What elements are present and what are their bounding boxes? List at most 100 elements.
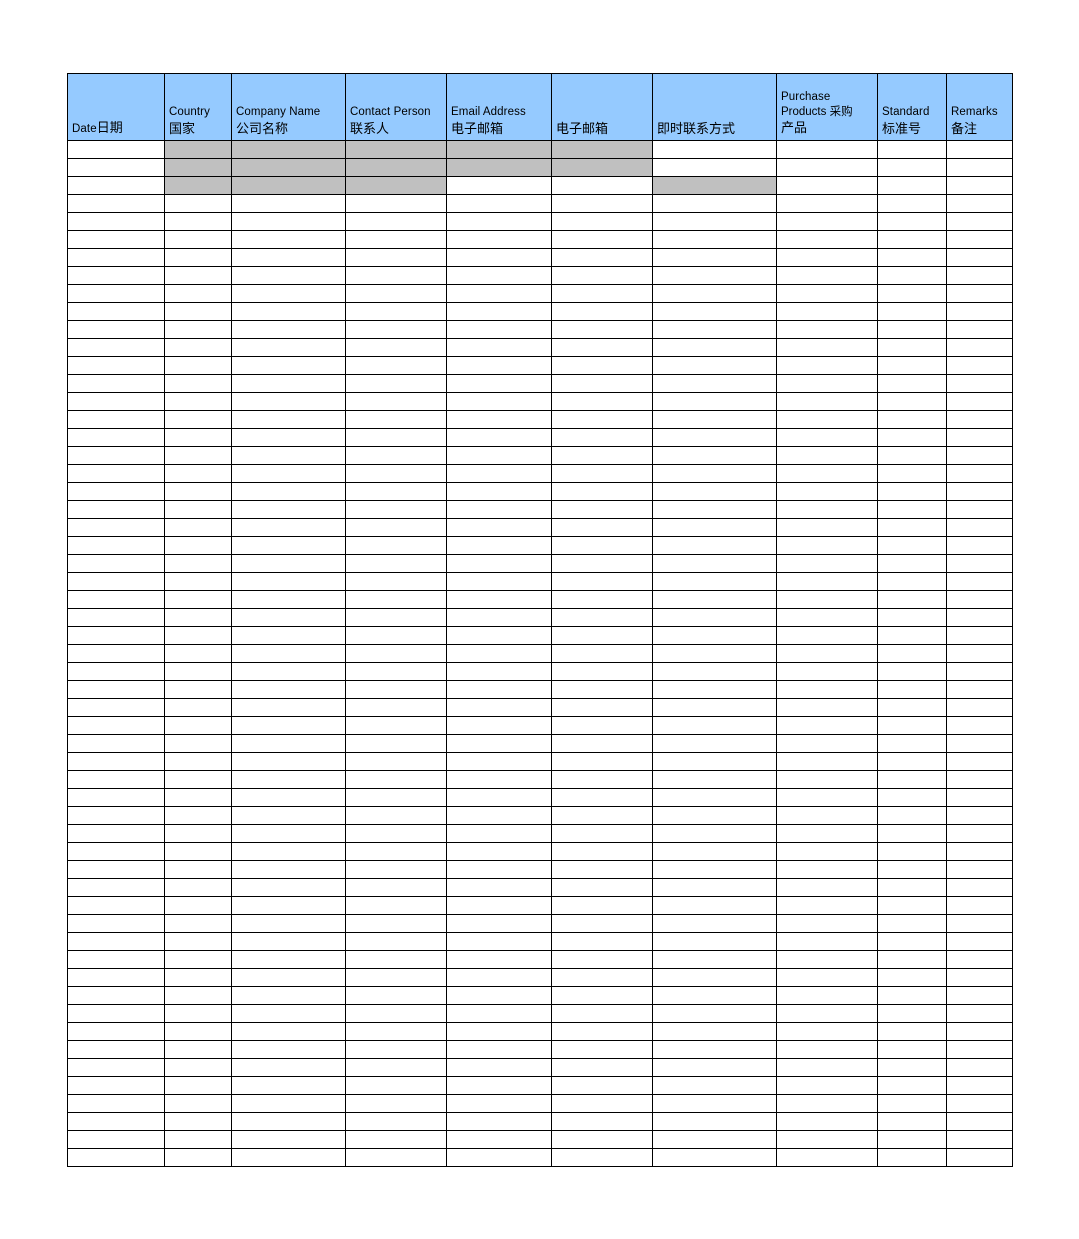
- cell-remarks[interactable]: [946, 554, 1013, 573]
- cell-standard[interactable]: [877, 1040, 947, 1059]
- table-row[interactable]: [67, 590, 1013, 609]
- cell-date[interactable]: [67, 428, 165, 447]
- cell-im[interactable]: [652, 554, 777, 573]
- cell-im[interactable]: [652, 968, 777, 987]
- cell-contact[interactable]: [345, 1004, 447, 1023]
- cell-company[interactable]: [231, 734, 346, 753]
- cell-contact[interactable]: [345, 176, 447, 195]
- cell-email[interactable]: [446, 878, 552, 897]
- cell-country[interactable]: [164, 194, 232, 213]
- table-row[interactable]: [67, 914, 1013, 933]
- table-row[interactable]: [67, 212, 1013, 231]
- table-row[interactable]: [67, 932, 1013, 951]
- cell-email[interactable]: [446, 446, 552, 465]
- cell-email2[interactable]: [551, 734, 653, 753]
- cell-products[interactable]: [776, 572, 878, 591]
- cell-company[interactable]: [231, 266, 346, 285]
- cell-standard[interactable]: [877, 824, 947, 843]
- cell-im[interactable]: [652, 734, 777, 753]
- cell-date[interactable]: [67, 572, 165, 591]
- cell-company[interactable]: [231, 536, 346, 555]
- table-row[interactable]: [67, 176, 1013, 195]
- cell-standard[interactable]: [877, 446, 947, 465]
- table-row[interactable]: [67, 392, 1013, 411]
- table-row[interactable]: [67, 950, 1013, 969]
- cell-date[interactable]: [67, 158, 165, 177]
- cell-standard[interactable]: [877, 392, 947, 411]
- cell-standard[interactable]: [877, 428, 947, 447]
- cell-email[interactable]: [446, 266, 552, 285]
- cell-contact[interactable]: [345, 428, 447, 447]
- cell-email[interactable]: [446, 464, 552, 483]
- table-row[interactable]: [67, 140, 1013, 159]
- cell-im[interactable]: [652, 626, 777, 645]
- table-row[interactable]: [67, 806, 1013, 825]
- cell-email2[interactable]: [551, 500, 653, 519]
- cell-standard[interactable]: [877, 968, 947, 987]
- cell-email2[interactable]: [551, 194, 653, 213]
- cell-contact[interactable]: [345, 482, 447, 501]
- cell-email[interactable]: [446, 716, 552, 735]
- cell-email[interactable]: [446, 1130, 552, 1149]
- cell-email[interactable]: [446, 896, 552, 915]
- cell-company[interactable]: [231, 410, 346, 429]
- cell-im[interactable]: [652, 518, 777, 537]
- cell-standard[interactable]: [877, 374, 947, 393]
- cell-remarks[interactable]: [946, 752, 1013, 771]
- cell-company[interactable]: [231, 374, 346, 393]
- table-row[interactable]: [67, 770, 1013, 789]
- cell-date[interactable]: [67, 644, 165, 663]
- cell-standard[interactable]: [877, 680, 947, 699]
- table-row[interactable]: [67, 284, 1013, 303]
- column-header-purchase-products[interactable]: Purchase Products 采购 产品: [776, 73, 878, 141]
- cell-email[interactable]: [446, 734, 552, 753]
- cell-date[interactable]: [67, 176, 165, 195]
- cell-email[interactable]: [446, 914, 552, 933]
- cell-standard[interactable]: [877, 158, 947, 177]
- cell-email[interactable]: [446, 1040, 552, 1059]
- cell-remarks[interactable]: [946, 140, 1013, 159]
- cell-email2[interactable]: [551, 554, 653, 573]
- cell-contact[interactable]: [345, 248, 447, 267]
- cell-email2[interactable]: [551, 626, 653, 645]
- cell-products[interactable]: [776, 464, 878, 483]
- cell-im[interactable]: [652, 842, 777, 861]
- cell-products[interactable]: [776, 320, 878, 339]
- cell-country[interactable]: [164, 1022, 232, 1041]
- cell-country[interactable]: [164, 734, 232, 753]
- cell-company[interactable]: [231, 896, 346, 915]
- cell-company[interactable]: [231, 212, 346, 231]
- cell-products[interactable]: [776, 680, 878, 699]
- cell-email2[interactable]: [551, 284, 653, 303]
- cell-email2[interactable]: [551, 158, 653, 177]
- cell-standard[interactable]: [877, 842, 947, 861]
- cell-products[interactable]: [776, 860, 878, 879]
- cell-contact[interactable]: [345, 824, 447, 843]
- cell-im[interactable]: [652, 392, 777, 411]
- cell-country[interactable]: [164, 1148, 232, 1167]
- cell-date[interactable]: [67, 536, 165, 555]
- cell-remarks[interactable]: [946, 212, 1013, 231]
- cell-standard[interactable]: [877, 950, 947, 969]
- table-row[interactable]: [67, 572, 1013, 591]
- cell-products[interactable]: [776, 158, 878, 177]
- cell-standard[interactable]: [877, 1004, 947, 1023]
- cell-products[interactable]: [776, 248, 878, 267]
- cell-country[interactable]: [164, 860, 232, 879]
- cell-remarks[interactable]: [946, 464, 1013, 483]
- table-row[interactable]: [67, 194, 1013, 213]
- cell-standard[interactable]: [877, 536, 947, 555]
- cell-company[interactable]: [231, 248, 346, 267]
- cell-email[interactable]: [446, 1148, 552, 1167]
- cell-date[interactable]: [67, 248, 165, 267]
- cell-contact[interactable]: [345, 896, 447, 915]
- table-row[interactable]: [67, 1148, 1013, 1167]
- cell-remarks[interactable]: [946, 644, 1013, 663]
- cell-date[interactable]: [67, 698, 165, 717]
- cell-im[interactable]: [652, 716, 777, 735]
- cell-standard[interactable]: [877, 302, 947, 321]
- cell-email2[interactable]: [551, 356, 653, 375]
- cell-email2[interactable]: [551, 1004, 653, 1023]
- table-row[interactable]: [67, 374, 1013, 393]
- cell-im[interactable]: [652, 266, 777, 285]
